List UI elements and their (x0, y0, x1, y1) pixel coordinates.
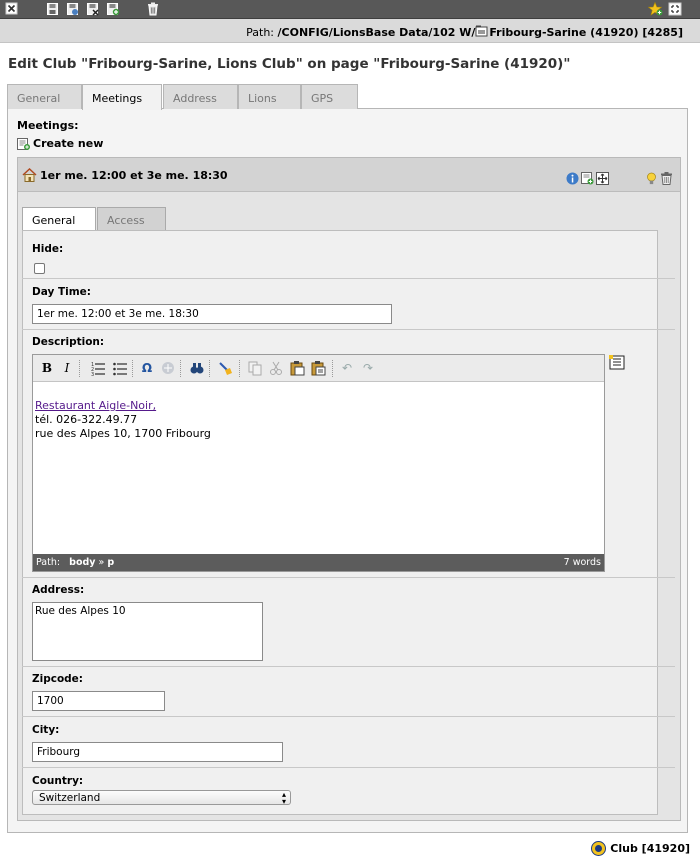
editor-word-count: 7 words (563, 557, 601, 568)
cleanup-icon[interactable] (217, 360, 233, 376)
daytime-input[interactable] (32, 304, 392, 324)
special-char-icon[interactable]: Ω (139, 360, 155, 376)
undo-icon[interactable]: ↶ (339, 360, 355, 376)
editor-path-separator: » (98, 557, 105, 568)
open-new-window-icon[interactable] (668, 2, 682, 16)
copy-icon[interactable] (247, 360, 263, 376)
description-line: tél. 026-322.49.77 (35, 413, 138, 426)
fullscreen-editor-icon[interactable] (609, 355, 625, 370)
tab-meetings[interactable]: Meetings (82, 84, 162, 110)
editor-statusbar: Path: body » p 7 words (33, 554, 604, 571)
path-value: /CONFIG/LionsBase Data/102 W/ (277, 26, 476, 39)
page-title: Edit Club "Fribourg-Sarine, Lions Club" … (8, 56, 571, 72)
path-bar: Path: /CONFIG/LionsBase Data/102 W/Fribo… (0, 19, 700, 43)
move-icon[interactable] (596, 172, 609, 185)
meeting-title: 1er me. 12:00 et 3e me. 18:30 (22, 167, 228, 182)
cut-icon[interactable] (268, 360, 284, 376)
description-label: Description: (32, 336, 105, 348)
description-line: Restaurant Aigle-Noir, (35, 399, 211, 413)
tab-general[interactable]: General (7, 84, 82, 109)
tab-lions[interactable]: Lions (238, 84, 301, 109)
record-actions (566, 172, 611, 185)
record-footer: Club [41920] (591, 841, 690, 856)
row-divider (22, 329, 675, 330)
row-divider (22, 577, 675, 578)
record-path: Path: /CONFIG/LionsBase Data/102 W/Fribo… (246, 25, 683, 39)
meeting-record-header: 1er me. 12:00 et 3e me. 18:30 (18, 158, 680, 192)
country-select-value: Switzerland (39, 792, 101, 804)
editor-path-p[interactable]: p (107, 557, 114, 568)
editor-path-body[interactable]: body (69, 557, 95, 568)
editor-path-label: Path: (36, 557, 61, 568)
save-icon[interactable] (46, 2, 60, 16)
toolbar-separator (79, 360, 80, 377)
tab-meeting-general[interactable]: General (22, 207, 96, 230)
row-divider (22, 716, 675, 717)
description-link[interactable]: Restaurant Aigle-Noir, (35, 399, 156, 412)
description-line: rue des Alpes 10, 1700 Fribourg (35, 427, 211, 440)
toolbar-separator (209, 360, 210, 377)
editor-content[interactable]: Restaurant Aigle-Noir, tél. 026-322.49.7… (35, 399, 211, 441)
toolbar-separator (132, 360, 133, 377)
country-select[interactable]: Switzerland ▴ ▾ (32, 790, 291, 806)
save-view-icon[interactable] (66, 2, 80, 16)
svg-text:3: 3 (91, 372, 94, 376)
paste-icon[interactable] (289, 360, 305, 376)
hide-label: Hide: (32, 243, 64, 255)
redo-icon[interactable]: ↷ (360, 360, 376, 376)
page-icon (475, 25, 489, 37)
find-icon[interactable] (189, 360, 205, 376)
tab-gps[interactable]: GPS (301, 84, 358, 109)
save-new-icon[interactable] (106, 2, 120, 16)
link-icon[interactable] (160, 360, 176, 376)
editor-toolbar: B I 123 Ω ↶ ↷ (33, 355, 604, 382)
zipcode-input[interactable] (32, 691, 165, 711)
create-new-button[interactable]: Create new (17, 137, 103, 150)
description-editor[interactable]: B I 123 Ω ↶ ↷ Restaurant Aigle-Noir, tél… (32, 354, 605, 572)
delete-record-icon[interactable] (660, 172, 673, 185)
italic-icon[interactable]: I (59, 360, 75, 376)
top-toolbar (0, 0, 700, 19)
ordered-list-icon[interactable]: 123 (90, 360, 106, 378)
save-close-icon[interactable] (86, 2, 100, 16)
path-page: Fribourg-Sarine (41920) [4285] (489, 26, 683, 39)
row-divider (22, 767, 675, 768)
bullet-list-icon[interactable] (112, 360, 128, 376)
toolbar-separator (332, 360, 333, 377)
hide-bulb-icon[interactable] (645, 172, 658, 185)
record-actions-right (645, 172, 675, 185)
row-divider (22, 278, 675, 279)
daytime-label: Day Time: (32, 286, 92, 298)
meetings-heading: Meetings: (17, 119, 79, 132)
record-footer-label: Club [41920] (610, 842, 690, 855)
close-icon[interactable] (5, 2, 19, 16)
toolbar-separator (180, 360, 181, 377)
create-new-icon (17, 137, 30, 150)
zipcode-label: Zipcode: (32, 673, 84, 685)
shortcut-star-icon[interactable] (647, 1, 663, 16)
paste-text-icon[interactable] (310, 360, 326, 376)
info-icon[interactable] (566, 172, 579, 185)
meeting-title-text: 1er me. 12:00 et 3e me. 18:30 (40, 168, 228, 182)
lions-logo-icon (591, 841, 607, 856)
path-label: Path: (246, 26, 275, 39)
row-divider (22, 666, 675, 667)
toolbar-separator (239, 360, 240, 377)
editor-path: Path: body » p (36, 557, 114, 568)
address-textarea[interactable]: Rue des Alpes 10 (32, 602, 263, 661)
delete-icon[interactable] (146, 2, 160, 16)
address-label: Address: (32, 584, 85, 596)
bold-icon[interactable]: B (39, 360, 55, 376)
create-new-label: Create new (33, 137, 104, 150)
tab-meeting-access[interactable]: Access (97, 207, 166, 230)
tab-address[interactable]: Address (163, 84, 238, 109)
home-icon (22, 167, 37, 182)
city-input[interactable] (32, 742, 283, 762)
hide-checkbox[interactable] (34, 263, 45, 274)
new-after-icon[interactable] (581, 172, 594, 185)
city-label: City: (32, 724, 60, 736)
select-arrows-icon: ▴ ▾ (281, 790, 286, 806)
country-label: Country: (32, 775, 84, 787)
